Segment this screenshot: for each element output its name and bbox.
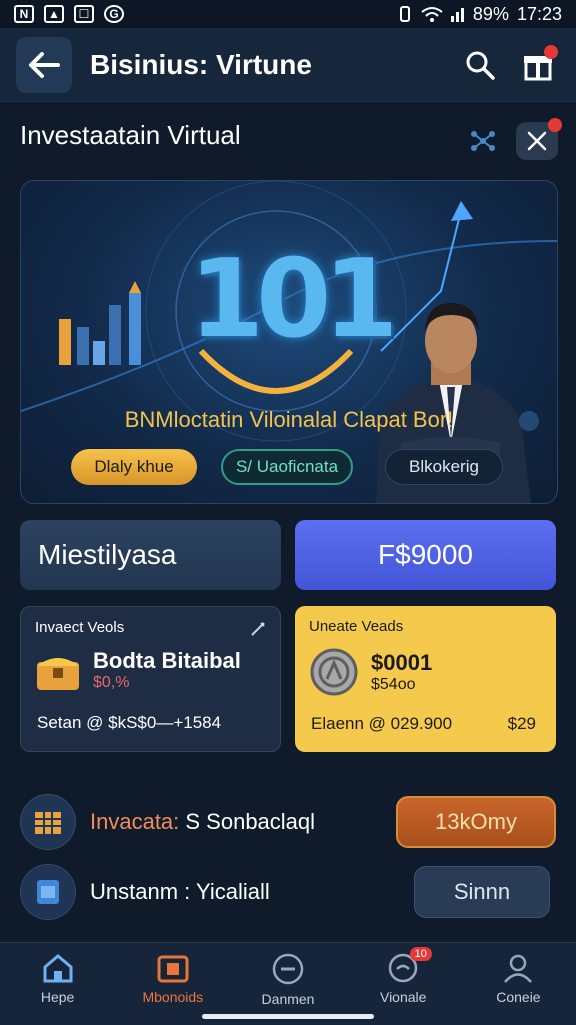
vibrate-icon xyxy=(399,6,410,22)
arrow-left-icon xyxy=(29,51,60,78)
gift-button[interactable] xyxy=(516,43,560,87)
app-bar: Bisinius: Virtune xyxy=(0,28,576,102)
card-title: $0001 xyxy=(371,650,433,675)
home-indicator[interactable] xyxy=(202,1014,374,1019)
hero-banner[interactable]: 101 BNMloctatin Viloinalal Clapat Bor! D… xyxy=(20,180,558,504)
section-title: Investaatain Virtual xyxy=(20,120,241,150)
signal-icon xyxy=(450,8,464,22)
bottom-nav: Hepe Mbonoids Danmen 10 Vionale Coneie xyxy=(0,942,576,1025)
list-item[interactable]: Unstanm : Yicaliall Sinnn xyxy=(20,862,556,922)
investment-card[interactable]: Invaect Veols Bodta Bitaibal $0,% Setan … xyxy=(20,606,281,752)
edit-icon[interactable] xyxy=(250,621,266,637)
treasure-chest-icon xyxy=(37,658,79,690)
bar-chart-graphic xyxy=(59,281,141,365)
clock: 17:23 xyxy=(516,3,562,24)
list-item[interactable]: Invacata: S Sonbaclaql 13kOmy xyxy=(20,792,556,852)
notification-dot xyxy=(548,118,562,132)
nav-item-home[interactable]: Hepe xyxy=(0,943,115,1025)
update-card[interactable]: Uneate Veads $0001 $54oo Elaenn @ 029.90… xyxy=(295,606,556,752)
document-icon xyxy=(20,864,76,920)
nav-item-messages[interactable]: 10 Vionale xyxy=(346,943,461,1025)
share-nodes-icon[interactable] xyxy=(470,130,496,152)
nav-label: Coneie xyxy=(496,989,541,1005)
search-button[interactable] xyxy=(458,43,502,87)
row-action-button[interactable]: Sinnn xyxy=(414,866,550,918)
nav-item-profile[interactable]: Coneie xyxy=(461,943,576,1025)
search-icon xyxy=(466,51,495,80)
wallet-icon xyxy=(157,955,189,983)
profile-icon xyxy=(504,954,533,983)
card-title: Bodta Bitaibal xyxy=(93,648,241,673)
nav-badge: 10 xyxy=(409,947,432,961)
card-footer-right: $29 xyxy=(507,714,536,733)
list-item-label: Unstanm : Yicaliall xyxy=(90,879,270,904)
nav-label: Hepe xyxy=(40,989,75,1005)
pill-button-portfolio[interactable]: S/ Uaoficnata xyxy=(221,449,353,485)
invest-option-button[interactable]: Miestilyasa xyxy=(20,520,281,590)
card-value: $0,% xyxy=(93,674,130,691)
card-label: Uneate Veads xyxy=(309,618,404,635)
nav-label: Mbonoids xyxy=(142,989,204,1005)
card-value: $54oo xyxy=(371,676,416,693)
hero-number: 101 xyxy=(189,237,398,362)
card-footer: Elaenn @ 029.900 xyxy=(311,714,453,733)
home-icon xyxy=(43,954,73,983)
square-app-icon: ☐ xyxy=(74,5,94,23)
g-app-icon: G xyxy=(104,5,124,23)
coin-icon xyxy=(310,648,358,696)
row-action-button[interactable]: 13kOmy xyxy=(396,796,556,848)
list-item-label: Invacata: S Sonbaclaql xyxy=(90,809,316,834)
nav-label: Danmen xyxy=(261,991,315,1007)
status-bar: N ▲ ☐ G 89% 17:23 xyxy=(0,0,576,28)
battery-percent: 89% xyxy=(472,3,509,24)
building-icon xyxy=(20,794,76,850)
amount-button[interactable]: F$9000 xyxy=(295,520,556,590)
wifi-icon xyxy=(421,7,443,22)
app-title: Bisinius: Virtune xyxy=(90,48,312,80)
card-footer: Setan @ $kS$0—+1584 xyxy=(37,713,222,732)
mountain-app-icon: ▲ xyxy=(44,5,64,23)
hero-caption: BNMloctatin Viloinalal Clapat Bor! xyxy=(124,407,454,432)
nav-item-wallet[interactable]: Mbonoids xyxy=(115,943,230,1025)
close-icon xyxy=(527,131,547,151)
back-button[interactable] xyxy=(16,36,72,93)
pill-button-daily[interactable]: Dlaly khue xyxy=(71,449,197,485)
card-label: Invaect Veols xyxy=(35,619,125,636)
notification-dot xyxy=(544,44,558,59)
close-button[interactable] xyxy=(516,118,562,160)
minus-circle-icon xyxy=(272,953,304,985)
pill-button-brokerage[interactable]: Blkokerig xyxy=(385,449,503,485)
nav-label: Vionale xyxy=(379,989,427,1005)
n-app-icon: N xyxy=(14,5,34,23)
nav-item-center[interactable]: Danmen xyxy=(230,943,345,1025)
notification-icons: N ▲ ☐ G xyxy=(14,5,124,23)
